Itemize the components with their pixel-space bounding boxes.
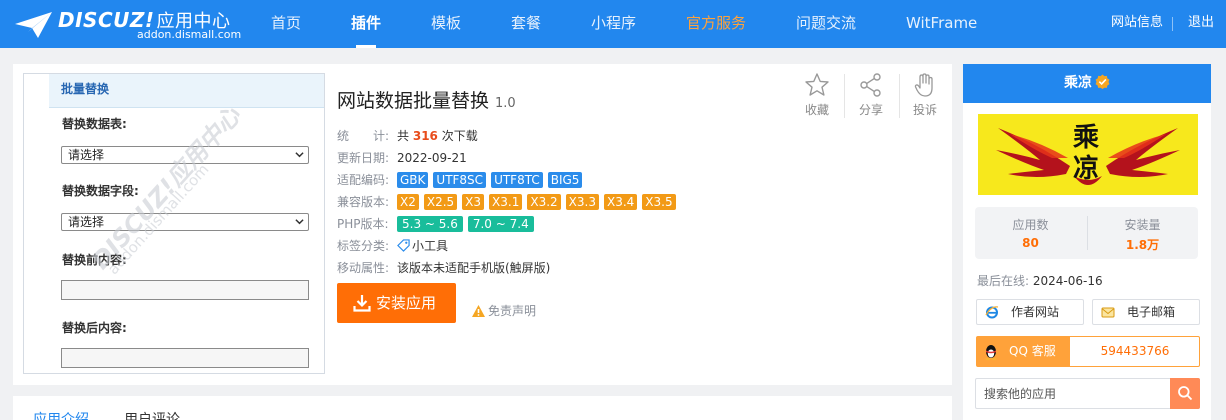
compat-tag: X3.2	[527, 194, 561, 210]
nav-mini-programs[interactable]: 小程序	[591, 0, 636, 48]
screenshot-select: 请选择	[61, 146, 309, 164]
disclaimer-link[interactable]: 免责声明	[471, 302, 536, 319]
paper-plane-logo-icon	[15, 12, 52, 38]
screenshot-field-label: 替换数据表:	[62, 117, 127, 131]
email-button[interactable]: 电子邮箱	[1092, 299, 1200, 325]
qq-number: 594433766	[1100, 344, 1170, 358]
qq-penguin-icon	[985, 345, 997, 361]
star-icon	[805, 73, 829, 96]
screenshot-field-label: 替换前内容:	[62, 253, 127, 267]
php-tag: 5.3 ~ 5.6	[397, 216, 463, 232]
nav-templates[interactable]: 模板	[431, 0, 461, 48]
app-screenshot[interactable]: 批量替换 替换数据表: 请选择 替换数据字段: 请选择 替换前内容: 替换后内容…	[23, 73, 325, 374]
compat-tag: X2	[397, 194, 419, 210]
category-tag-link[interactable]: 小工具	[412, 239, 448, 253]
screenshot-input	[61, 348, 309, 368]
author-stats: 应用数 80 安装量 1.8万	[975, 207, 1198, 259]
nav-packages[interactable]: 套餐	[511, 0, 541, 48]
verified-badge-icon	[1095, 74, 1110, 89]
author-name[interactable]: 乘凉	[1064, 75, 1092, 91]
encoding-row: 适配编码: GBK UTF8SC UTF8TC BIG5	[337, 171, 587, 189]
app-actions: 收藏 分享 投诉	[793, 72, 943, 122]
logout-link[interactable]: 退出	[1188, 0, 1214, 48]
chevron-down-icon	[295, 219, 304, 225]
compat-tag: X3.5	[642, 194, 676, 210]
last-online: 最后在线: 2024-06-16	[977, 274, 1103, 288]
nav-divider	[1172, 17, 1173, 31]
download-icon	[353, 295, 371, 312]
author-website-button[interactable]: 作者网站	[976, 299, 1084, 325]
action-divider	[844, 74, 845, 118]
stat-app-count: 应用数 80	[1012, 218, 1049, 250]
screenshot-title: 批量替换	[61, 82, 110, 96]
qq-support[interactable]: QQ 客服 594433766	[976, 336, 1200, 367]
brand-domain: addon.dismall.com	[137, 28, 242, 41]
nav-official-services[interactable]: 官方服务	[686, 0, 746, 48]
app-version: 1.0	[495, 96, 516, 111]
author-app-search	[975, 378, 1200, 409]
author-header: 乘凉	[963, 64, 1211, 103]
tag-row: 标签分类: 小工具	[337, 239, 449, 253]
share-button[interactable]: 分享	[849, 72, 893, 122]
author-logo[interactable]: 乘 凉	[978, 114, 1198, 195]
app-title: 网站数据批量替换 1.0	[337, 90, 516, 112]
chevron-down-icon	[295, 152, 304, 158]
compat-row: 兼容版本: X2 X2.5 X3 X3.1 X3.2 X3.3 X3.4 X3.5	[337, 193, 681, 211]
tab-app-intro[interactable]: 应用介绍	[33, 409, 89, 420]
nav-plugins[interactable]: 插件	[351, 0, 381, 48]
download-stats: 统 计: 共 316 次下载	[337, 129, 478, 143]
update-date: 更新日期: 2022-09-21	[337, 151, 467, 165]
mobile-row: 移动属性: 该版本未适配手机版(触屏版)	[337, 261, 551, 275]
compat-tag: X3	[462, 194, 485, 210]
app-detail-card: 批量替换 替换数据表: 请选择 替换数据字段: 请选择 替换前内容: 替换后内容…	[13, 64, 952, 385]
encoding-tag: UTF8SC	[433, 172, 487, 188]
screenshot-field-label: 替换数据字段:	[62, 184, 139, 198]
qq-support-label: QQ 客服	[977, 337, 1070, 366]
compat-tag: X3.3	[565, 194, 599, 210]
report-button[interactable]: 投诉	[903, 72, 947, 122]
favorite-button[interactable]: 收藏	[795, 72, 839, 122]
download-count: 316	[412, 129, 438, 143]
php-tag: 7.0 ~ 7.4	[467, 216, 534, 232]
ie-icon	[985, 306, 999, 319]
mail-icon	[1101, 307, 1115, 318]
nav-discussion[interactable]: 问题交流	[796, 0, 856, 48]
hand-icon	[914, 73, 933, 97]
nav-witframe[interactable]: WitFrame	[906, 0, 977, 48]
author-logo-text: 凉	[1073, 154, 1100, 184]
action-divider	[899, 74, 900, 118]
encoding-tag: UTF8TC	[491, 172, 543, 188]
compat-tag: X3.1	[489, 194, 523, 210]
stat-install-count: 安装量 1.8万	[1124, 218, 1161, 252]
screenshot-field-label: 替换后内容:	[62, 321, 127, 335]
install-button[interactable]: 安装应用	[337, 283, 456, 323]
tab-user-reviews[interactable]: 用户评论	[124, 409, 180, 420]
site-logo[interactable]: DISCUZ! 应用中心 addon.dismall.com	[14, 6, 241, 42]
search-icon	[1178, 386, 1193, 401]
encoding-tag: GBK	[397, 172, 429, 188]
encoding-tag: BIG5	[547, 172, 583, 188]
screenshot-input	[61, 280, 309, 300]
share-icon	[860, 73, 881, 97]
content-tabs: 应用介绍 用户评论	[13, 396, 952, 420]
author-sidebar: 乘 凉 应用数 80 安装量 1.8万 最后在线: 2024-06-16 作者网…	[963, 103, 1211, 420]
tag-icon	[397, 239, 410, 252]
php-row: PHP版本: 5.3 ~ 5.6 7.0 ~ 7.4	[337, 215, 539, 233]
warning-icon	[472, 305, 485, 317]
search-button[interactable]	[1170, 378, 1200, 409]
nav-home[interactable]: 首页	[271, 0, 301, 48]
compat-tag: X3.4	[603, 194, 638, 210]
top-nav-bar: DISCUZ! 应用中心 addon.dismall.com 首页 插件 模板 套…	[0, 0, 1226, 48]
screenshot-select: 请选择	[61, 213, 309, 231]
site-info-link[interactable]: 网站信息	[1111, 0, 1163, 48]
search-input[interactable]	[976, 379, 1171, 408]
compat-tag: X2.5	[423, 194, 458, 210]
